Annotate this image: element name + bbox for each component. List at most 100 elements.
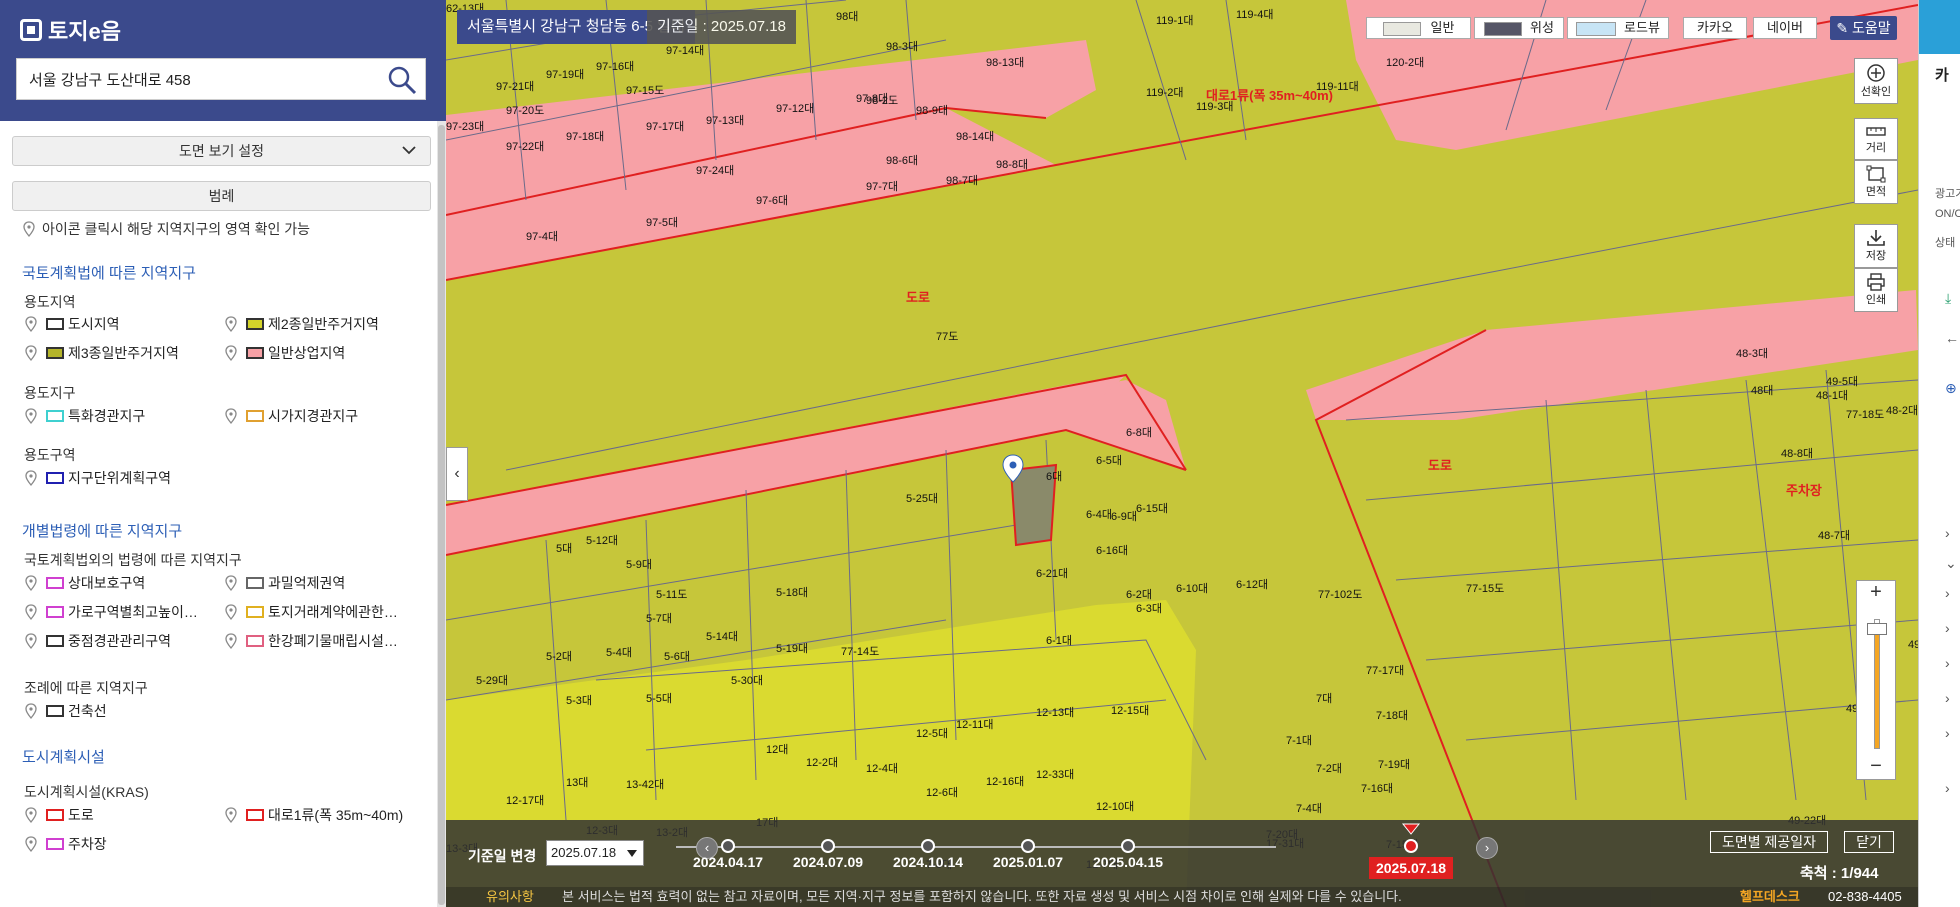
maptype-satellite[interactable]: 위성 xyxy=(1474,17,1564,39)
legend-item-building-line[interactable]: 건축선 xyxy=(24,701,107,721)
legend-item-road[interactable]: 도로 xyxy=(24,805,94,825)
back-arrow-icon[interactable]: ← xyxy=(1945,330,1959,346)
zoom-slider[interactable] xyxy=(1867,619,1887,749)
timeline-dot[interactable] xyxy=(721,839,735,853)
map-canvas[interactable]: 도로 도로 대로1류(폭 35m~40m) 주차장 98대 98-3대 98-13대… xyxy=(446,0,1918,907)
parcel-label: 97-6대 xyxy=(756,194,788,207)
chevron-right-icon[interactable]: › xyxy=(1945,620,1950,636)
chevron-right-icon[interactable]: › xyxy=(1945,690,1950,706)
chevron-right-icon[interactable]: › xyxy=(1945,655,1950,671)
legend-label: 도시지역 xyxy=(68,316,120,332)
parcel-label: 6-5대 xyxy=(1096,454,1122,467)
legend-item-central-view[interactable]: 중점경관관리구역 xyxy=(24,631,171,651)
parcel-label: 5-18대 xyxy=(776,586,808,599)
timeline-date[interactable]: 2024.04.17 xyxy=(678,854,778,870)
legend-item-district-plan[interactable]: 지구단위계획구역 xyxy=(24,468,171,488)
legend-item-relative-protect[interactable]: 상대보호구역 xyxy=(24,573,145,593)
parcel-label: 6-15대 xyxy=(1136,502,1168,515)
chevron-right-icon[interactable]: › xyxy=(1945,725,1950,741)
timeline-active-dot[interactable] xyxy=(1404,839,1418,853)
timeline-track xyxy=(676,846,1276,848)
site-logo[interactable]: 토지e음 xyxy=(20,14,121,46)
subsection-other-law: 국토계획법외의 법령에 따른 지역지구 xyxy=(24,552,242,568)
tool-print[interactable]: 인쇄 xyxy=(1854,268,1898,312)
add-circle-icon[interactable]: ⊕ xyxy=(1945,380,1957,397)
legend-swatch xyxy=(246,606,264,618)
parcel-label: 12-17대 xyxy=(506,794,544,807)
legend-item-land-contract[interactable]: 토지거래계약에관한… xyxy=(224,602,398,622)
legend-item-han-river[interactable]: 한강폐기물매립시설… xyxy=(224,631,398,651)
map-pin-icon xyxy=(225,408,237,424)
address-search-input[interactable] xyxy=(17,60,377,98)
timeline-date[interactable]: 2025.01.07 xyxy=(978,854,1078,870)
maptype-normal[interactable]: 일반 xyxy=(1366,17,1471,39)
parcel-label: 5-25대 xyxy=(906,492,938,505)
helpdesk-label: 헬프데스크 xyxy=(1740,889,1800,904)
legend-item-urban[interactable]: 도시지역 xyxy=(24,314,120,334)
scrollbar-thumb[interactable] xyxy=(438,125,445,905)
timeline-dot[interactable] xyxy=(821,839,835,853)
legend-item-city-view[interactable]: 시가지경관지구 xyxy=(224,406,358,426)
search-icon[interactable] xyxy=(387,65,417,95)
timeline-date[interactable]: 2024.07.09 xyxy=(778,854,878,870)
tool-distance[interactable]: 거리 xyxy=(1854,118,1898,160)
timeline-dot[interactable] xyxy=(921,839,935,853)
tool-area[interactable]: 면적 xyxy=(1854,160,1898,204)
timeline-dot[interactable] xyxy=(1121,839,1135,853)
legend-item-gen2[interactable]: 제2종일반주거지역 xyxy=(224,314,379,334)
provide-date-button[interactable]: 도면별 제공일자 xyxy=(1710,831,1828,853)
tool-save[interactable]: 저장 xyxy=(1854,224,1898,268)
download-icon[interactable]: ⤓ xyxy=(1945,290,1951,307)
timeline-active-date[interactable]: 2025.07.18 xyxy=(1369,857,1453,879)
timeline-date[interactable]: 2025.04.15 xyxy=(1078,854,1178,870)
help-button[interactable]: ✎ 도움말 xyxy=(1830,16,1897,40)
maptype-label: 네이버 xyxy=(1767,20,1803,35)
sidebar-scrollbar[interactable] xyxy=(437,121,446,907)
maptype-naver[interactable]: 네이버 xyxy=(1753,17,1817,39)
tool-line-check[interactable]: 선확인 xyxy=(1854,58,1898,104)
zoom-slider-handle[interactable] xyxy=(1867,622,1887,635)
map-pin-icon xyxy=(25,604,37,620)
base-date-select[interactable]: 2025.07.18 xyxy=(546,840,644,866)
collapse-sidebar-button[interactable]: ‹ xyxy=(446,447,468,501)
chevron-right-icon[interactable]: › xyxy=(1945,525,1950,541)
chevron-down-icon[interactable]: ⌄ xyxy=(1945,555,1957,572)
parcel-label: 48-8대 xyxy=(1781,447,1813,460)
legend-item-avenue[interactable]: 대로1류(폭 35m~40m) xyxy=(224,805,403,825)
view-settings-dropdown[interactable]: 도면 보기 설정 xyxy=(12,136,431,166)
parcel-label: 98-14대 xyxy=(956,130,994,143)
timeline-date[interactable]: 2024.10.14 xyxy=(878,854,978,870)
legend-item-commercial[interactable]: 일반상업지역 xyxy=(224,343,345,363)
legend-button[interactable]: 범례 xyxy=(12,181,431,211)
parcel-label: 12-33대 xyxy=(1036,768,1074,781)
legend-item-overcrowd[interactable]: 과밀억제권역 xyxy=(224,573,345,593)
subsection-urban-facility-kras: 도시계획시설(KRAS) xyxy=(24,784,149,800)
parcel-label: 13대 xyxy=(566,776,588,789)
timeline-next-button[interactable]: › xyxy=(1476,837,1498,859)
zoning-map[interactable]: 도로 도로 대로1류(폭 35m~40m) 주차장 98대98-3대98-13대… xyxy=(446,0,1918,907)
maptype-kakao[interactable]: 카카오 xyxy=(1683,17,1747,39)
maptype-roadview[interactable]: 로드뷰 xyxy=(1567,17,1669,39)
chevron-right-icon[interactable]: › xyxy=(1945,780,1950,796)
parcel-label: 97-13대 xyxy=(706,114,744,127)
parcel-label: 98-6대 xyxy=(886,154,918,167)
parcel-label: 77도 xyxy=(936,331,958,343)
legend-item-gen3[interactable]: 제3종일반주거지역 xyxy=(24,343,179,363)
zoom-out-button[interactable]: − xyxy=(1857,755,1895,779)
timeline-dot[interactable] xyxy=(1021,839,1035,853)
parcel-label: 5-30대 xyxy=(731,674,763,687)
parcel-label: 97-14대 xyxy=(666,44,704,57)
parcel-label: 6대 xyxy=(1046,470,1062,483)
parcel-label: 5-12대 xyxy=(586,534,618,547)
legend-item-street-height[interactable]: 가로구역별최고높이… xyxy=(24,602,198,622)
legend-item-special-view[interactable]: 특화경관지구 xyxy=(24,406,145,426)
subsection-use-area: 용도구역 xyxy=(24,447,76,463)
parcel-label: 5-5대 xyxy=(646,692,672,705)
legend-swatch xyxy=(46,705,64,717)
close-button[interactable]: 닫기 xyxy=(1844,831,1894,853)
legend-item-parking[interactable]: 주차장 xyxy=(24,834,107,854)
map-pin-icon xyxy=(23,221,35,237)
chevron-right-icon[interactable]: › xyxy=(1945,585,1950,601)
parcel-label: 5-19대 xyxy=(776,642,808,655)
zoom-in-button[interactable]: + xyxy=(1857,581,1895,605)
